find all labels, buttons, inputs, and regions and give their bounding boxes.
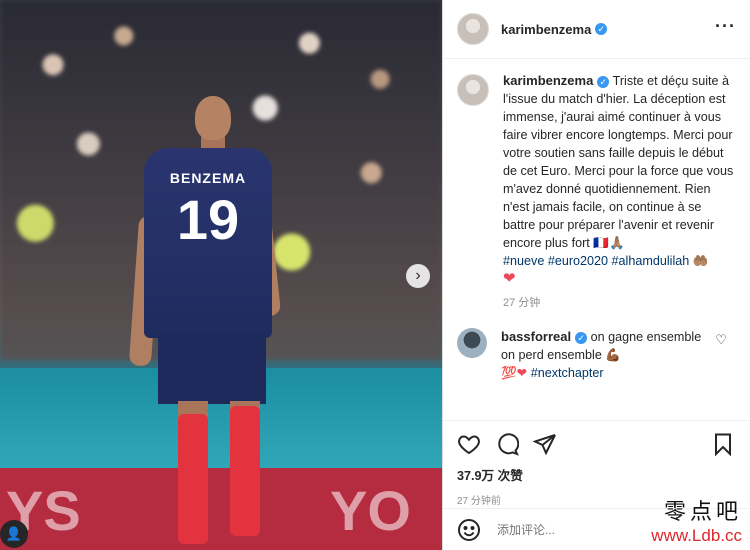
avatar[interactable] (457, 13, 489, 45)
player-head (195, 96, 231, 140)
caption-avatar[interactable] (457, 74, 489, 106)
verified-icon: ✓ (575, 331, 588, 344)
comment-username[interactable]: bassforreal (501, 329, 571, 344)
instagram-post: YS YO BENZEMA 19 › 👤 karimbenzema ✓ ··· … (0, 0, 750, 550)
caption-text: Triste et déçu suite à l'issue du match … (503, 74, 734, 250)
comment-item: bassforreal ✓ on gagne ensemble on perd e… (457, 328, 735, 382)
caption: karimbenzema ✓ Triste et déçu suite à l'i… (457, 72, 735, 312)
player-jersey: BENZEMA 19 (144, 148, 272, 338)
like-heart-icon[interactable] (457, 432, 481, 456)
next-image-button[interactable]: › (406, 264, 430, 288)
verified-icon: ✓ (595, 23, 608, 35)
comment-icon[interactable] (495, 432, 519, 456)
share-icon[interactable] (533, 432, 557, 456)
caption-hashtags[interactable]: #nueve #euro2020 #alhamdulilah 🤲🏽 (503, 252, 735, 270)
board-text-2: YO (330, 479, 411, 542)
watermark: 零点吧 www.Ldb.cc (651, 494, 742, 546)
header-username[interactable]: karimbenzema (501, 22, 591, 37)
player-figure: BENZEMA 19 (128, 96, 282, 550)
likes-count[interactable]: 37.9万 次赞 (457, 465, 735, 484)
more-options-icon[interactable]: ··· (715, 16, 736, 37)
comment-hashtag[interactable]: #nextchapter (531, 366, 604, 380)
heart-emoji: ❤ (503, 270, 516, 287)
comment-emoji: 💯❤ (501, 366, 528, 380)
post-header: karimbenzema ✓ ··· (443, 0, 750, 59)
bookmark-icon[interactable] (711, 432, 735, 456)
post-side-panel: karimbenzema ✓ ··· karimbenzema ✓ Triste … (442, 0, 750, 550)
comment-input[interactable] (495, 521, 629, 538)
tagged-users-icon[interactable]: 👤 (0, 520, 28, 548)
emoji-icon[interactable] (457, 518, 481, 542)
caption-time: 27 分钟 (503, 297, 541, 309)
post-photo: YS YO BENZEMA 19 › 👤 (0, 0, 442, 550)
jersey-name: BENZEMA (169, 170, 247, 186)
comment-like-icon[interactable]: ♡ (715, 332, 727, 348)
caption-username[interactable]: karimbenzema (503, 73, 593, 88)
jersey-number: 19 (176, 188, 240, 251)
watermark-text: 零点吧 (663, 500, 742, 525)
watermark-url: www.Ldb.cc (651, 526, 742, 545)
comments-section: karimbenzema ✓ Triste et déçu suite à l'i… (443, 72, 749, 412)
verified-icon: ✓ (597, 75, 610, 88)
comment-avatar[interactable] (457, 328, 487, 358)
